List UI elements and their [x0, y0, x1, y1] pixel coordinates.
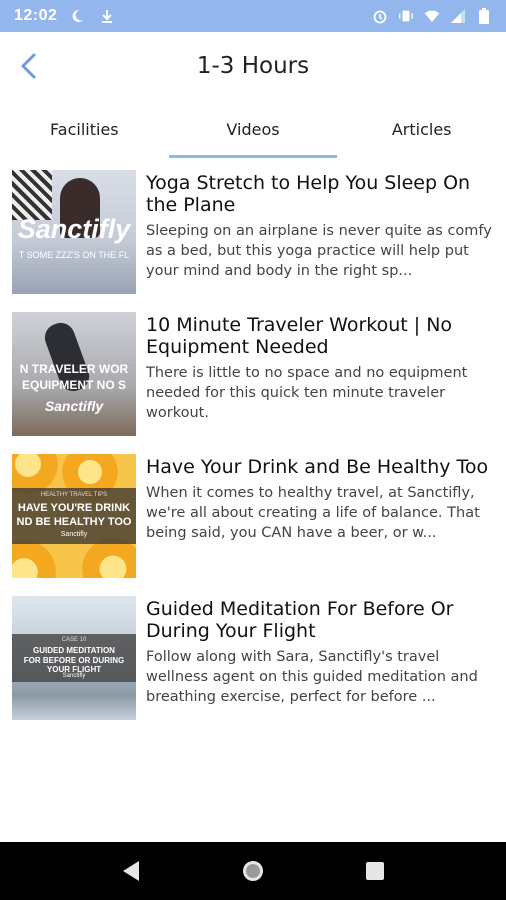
- video-item[interactable]: Sanctifly T SOME ZZZ'S ON THE FL Yoga St…: [0, 170, 506, 312]
- wifi-icon: [424, 8, 440, 24]
- video-item[interactable]: CASE 10 GUIDED MEDITATION FOR BEFORE OR …: [0, 596, 506, 738]
- tab-videos[interactable]: Videos: [168, 100, 338, 158]
- video-title: 10 Minute Traveler Workout | No Equipmen…: [146, 314, 453, 358]
- home-circle-icon: [243, 861, 263, 881]
- nav-recents-button[interactable]: [355, 851, 395, 891]
- video-description: Follow along with Sara, Sanctifly's trav…: [146, 649, 478, 705]
- nav-home-button[interactable]: [233, 851, 273, 891]
- header: 1-3 Hours: [0, 32, 506, 100]
- video-description: Sleeping on an airplane is never quite a…: [146, 223, 492, 279]
- video-title: Have Your Drink and Be Healthy Too: [146, 456, 489, 478]
- thumbnail-brand-text: Sanctifly: [17, 214, 131, 244]
- video-thumbnail: Sanctifly T SOME ZZZ'S ON THE FL: [12, 170, 136, 294]
- thumbnail-brand-text: Sanctifly: [60, 531, 88, 538]
- moon-icon: [69, 8, 85, 24]
- status-time: 12:02: [14, 7, 58, 24]
- tab-facilities[interactable]: Facilities: [0, 100, 169, 158]
- video-thumbnail: N TRAVELER WOR EQUIPMENT NO S Sanctifly: [12, 312, 136, 436]
- page-title: 1-3 Hours: [196, 53, 310, 79]
- video-description: There is little to no space and no equip…: [146, 365, 468, 421]
- thumbnail-brand-text: Sanctifly: [62, 673, 86, 679]
- video-title: Yoga Stretch to Help You Sleep On the Pl…: [146, 172, 471, 216]
- thumbnail-caption: HAVE YOU'RE DRINK: [17, 502, 131, 514]
- video-item[interactable]: N TRAVELER WOR EQUIPMENT NO S Sanctifly …: [0, 312, 506, 454]
- thumbnail-caption: HEALTHY TRAVEL TIPS: [40, 492, 108, 498]
- thumbnail-caption: CASE 10: [61, 637, 87, 643]
- thumbnail-caption: FOR BEFORE OR DURING: [23, 656, 125, 665]
- status-bar: 12:02: [0, 0, 506, 32]
- tab-bar: Facilities Videos Articles: [0, 100, 506, 158]
- video-thumbnail: CASE 10 GUIDED MEDITATION FOR BEFORE OR …: [12, 596, 136, 720]
- tab-articles[interactable]: Articles: [337, 100, 506, 158]
- vibrate-icon: [398, 8, 414, 24]
- system-nav-bar: [0, 842, 506, 900]
- video-item[interactable]: HEALTHY TRAVEL TIPS HAVE YOU'RE DRINK ND…: [0, 454, 506, 596]
- recents-square-icon: [366, 862, 384, 880]
- thumbnail-caption: N TRAVELER WOR: [19, 362, 129, 376]
- thumbnail-caption: T SOME ZZZ'S ON THE FL: [18, 250, 130, 260]
- chevron-left-icon: [21, 53, 36, 79]
- video-title: Guided Meditation For Before Or During Y…: [146, 598, 454, 642]
- thumbnail-caption: EQUIPMENT NO S: [21, 378, 126, 392]
- nav-back-button[interactable]: [111, 851, 151, 891]
- video-description: When it comes to healthy travel, at Sanc…: [146, 485, 480, 541]
- signal-icon: [450, 8, 466, 24]
- back-triangle-icon: [123, 861, 139, 881]
- video-thumbnail: HEALTHY TRAVEL TIPS HAVE YOU'RE DRINK ND…: [12, 454, 136, 578]
- thumbnail-caption: GUIDED MEDITATION: [33, 646, 115, 655]
- thumbnail-brand-text: Sanctifly: [44, 398, 104, 414]
- thumbnail-caption: ND BE HEALTHY TOO: [16, 516, 132, 528]
- battery-icon: [476, 8, 492, 24]
- back-button[interactable]: [12, 46, 46, 86]
- download-icon: [99, 8, 115, 24]
- alarm-icon: [372, 8, 388, 24]
- video-list: Sanctifly T SOME ZZZ'S ON THE FL Yoga St…: [0, 170, 506, 738]
